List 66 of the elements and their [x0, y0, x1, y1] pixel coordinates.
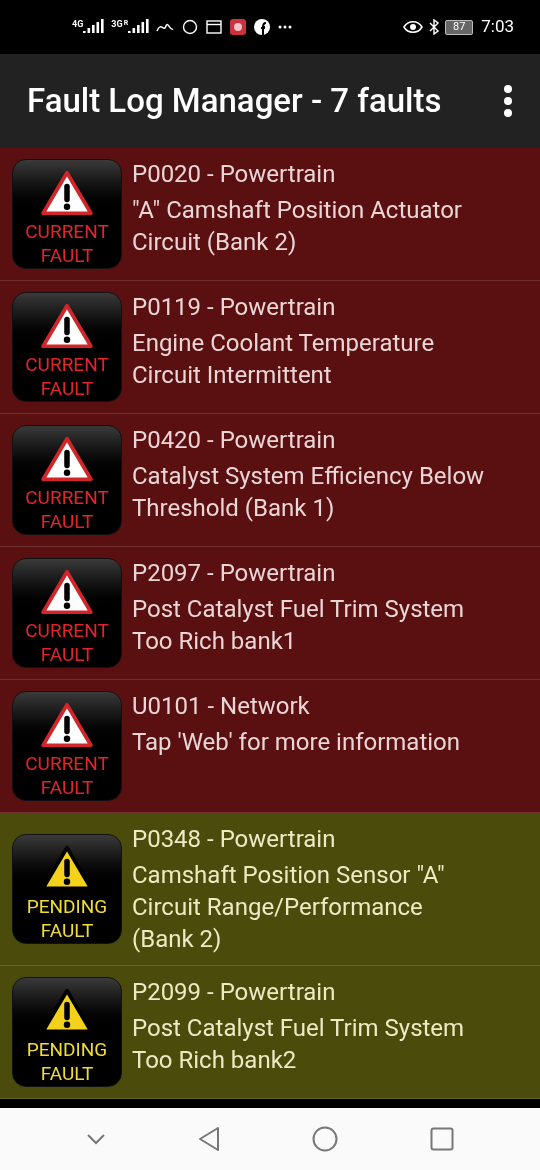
- app-icon: [156, 21, 175, 33]
- fault-code: P0119 - Powertrain: [132, 292, 337, 323]
- badge-label: FAULT: [40, 1062, 94, 1086]
- eye-icon: [403, 20, 424, 34]
- badge-label: CURRENT: [25, 752, 109, 776]
- badge-label: FAULT: [40, 919, 94, 943]
- more-icon: [278, 25, 293, 29]
- clock: 7:03: [481, 15, 514, 39]
- calendar-icon: [206, 20, 223, 34]
- warning-icon: [38, 170, 96, 216]
- badge-label: CURRENT: [25, 619, 109, 643]
- fault-description: Threshold (Bank 1): [132, 493, 336, 524]
- fault-code: P0020 - Powertrain: [132, 159, 337, 190]
- back-icon[interactable]: [198, 1126, 220, 1152]
- fault-description: Circuit Range/Performance: [132, 892, 424, 923]
- badge-label: CURRENT: [25, 353, 109, 377]
- fault-row[interactable]: CURRENT FAULT P2097 - Powertrain Post Catalyst Fuel Trim System Too Rich bank1: [0, 547, 540, 680]
- warning-icon: [38, 569, 96, 615]
- network-label: 3G: [111, 19, 123, 29]
- badge-label: CURRENT: [25, 220, 109, 244]
- fault-description: "A" Camshaft Position Actuator: [132, 195, 462, 226]
- fault-code: P2099 - Powertrain: [132, 977, 337, 1008]
- fault-description: Engine Coolant Temperature: [132, 328, 435, 359]
- fault-row[interactable]: CURRENT FAULT P0020 - Powertrain "A" Camshaft Position Actuator Circuit (Bank 2): [0, 148, 540, 281]
- fault-row[interactable]: CURRENT FAULT U0101 - Network Tap 'Web' for more information: [0, 680, 540, 813]
- fault-code: U0101 - Network: [132, 691, 311, 722]
- warning-icon: [38, 303, 96, 349]
- fault-row[interactable]: PENDING FAULT P2099 - Powertrain Post Catalyst Fuel Trim System Too Rich bank2: [0, 966, 540, 1099]
- fault-row[interactable]: CURRENT FAULT P0119 - Powertrain Engine Coolant Temperature Circuit Intermittent: [0, 281, 540, 414]
- signal-icon: [128, 19, 151, 35]
- recents-icon[interactable]: [430, 1127, 454, 1151]
- badge-label: FAULT: [40, 643, 94, 667]
- fault-description: Circuit (Bank 2): [132, 227, 298, 258]
- badge-label: FAULT: [40, 244, 94, 268]
- fault-description: Tap 'Web' for more information: [132, 727, 461, 758]
- fault-code: P2097 - Powertrain: [132, 558, 337, 589]
- fault-description: Too Rich bank2: [132, 1045, 298, 1076]
- fault-row[interactable]: CURRENT FAULT P0420 - Powertrain Catalyst System Efficiency Below Threshold (Bank 1): [0, 414, 540, 547]
- home-icon[interactable]: [312, 1126, 338, 1152]
- fault-row[interactable]: PENDING FAULT P0348 - Powertrain Camshaft Position Sensor "A" Circuit Range/Performance (Bank 2): [0, 813, 540, 966]
- badge-label: PENDING: [26, 895, 108, 919]
- warning-icon: [38, 702, 96, 748]
- fault-description: Catalyst System Efficiency Below: [132, 461, 485, 492]
- fault-code: P0420 - Powertrain: [132, 425, 337, 456]
- signal-icon: [83, 19, 106, 35]
- battery-level: 87: [453, 21, 466, 33]
- overflow-menu-icon[interactable]: [502, 83, 514, 119]
- badge-label: PENDING: [26, 1038, 108, 1062]
- app-title: Fault Log Manager - 7 faults: [27, 80, 443, 123]
- fault-description: (Bank 2): [132, 924, 223, 955]
- badge-label: FAULT: [40, 776, 94, 800]
- bluetooth-icon: [429, 19, 440, 35]
- fault-code: P0348 - Powertrain: [132, 824, 337, 855]
- badge-label: CURRENT: [25, 486, 109, 510]
- warning-icon: [38, 436, 96, 482]
- network-label: 4G: [72, 19, 84, 29]
- fault-description: Post Catalyst Fuel Trim System: [132, 594, 465, 625]
- fault-description: Circuit Intermittent: [132, 360, 333, 391]
- badge-label: FAULT: [40, 510, 94, 534]
- app-icon: [230, 19, 247, 35]
- circle-f-icon: [254, 19, 271, 35]
- fault-description: Post Catalyst Fuel Trim System: [132, 1013, 465, 1044]
- badge-label: FAULT: [40, 377, 94, 401]
- fault-description: Too Rich bank1: [132, 626, 298, 657]
- fault-description: Camshaft Position Sensor "A": [132, 860, 445, 891]
- chevron-down-icon[interactable]: [86, 1133, 106, 1145]
